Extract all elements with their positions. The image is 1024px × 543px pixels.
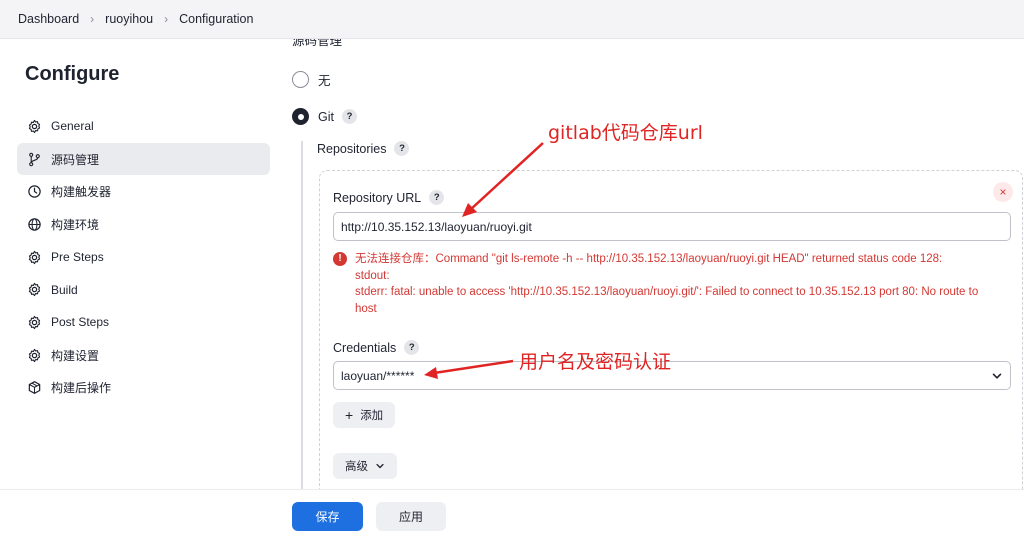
help-icon[interactable]: ? (394, 141, 410, 156)
breadcrumb: Dashboard › ruoyihou › Configuration (0, 0, 1024, 39)
radio-button[interactable] (292, 71, 309, 88)
sidebar-item-label: 构建后操作 (51, 381, 112, 396)
sidebar-item-label: Post Steps (51, 315, 110, 330)
sidebar-item-label: 源码管理 (51, 152, 100, 167)
repository-panel: × Repository URL ? http://10.35.152.13/l… (319, 170, 1023, 489)
advanced-button[interactable]: 高级 (333, 453, 397, 479)
sidebar-item-scm[interactable]: 源码管理 (17, 142, 270, 176)
sidebar-item-label: General (51, 119, 94, 134)
sidebar-item-environment[interactable]: 构建环境 (17, 208, 270, 241)
error-line: stderr: fatal: unable to access 'http://… (355, 286, 979, 298)
gear-icon (26, 314, 42, 330)
sidebar-item-post-steps[interactable]: Post Steps (17, 306, 270, 339)
chevron-down-icon (992, 373, 1002, 379)
breadcrumb-job[interactable]: ruoyihou (105, 12, 153, 26)
sidebar-item-triggers[interactable]: 构建触发器 (17, 175, 270, 208)
sidebar-item-label: 构建设置 (51, 348, 100, 363)
breadcrumb-dashboard[interactable]: Dashboard (18, 12, 79, 26)
apply-button[interactable]: 应用 (376, 502, 446, 531)
annotation-credentials-note: 用户名及密码认证 (519, 351, 672, 373)
credentials-selected-value: laoyuan/****** (341, 368, 415, 383)
repository-url-label: Repository URL ? (333, 190, 445, 205)
gear-icon (26, 347, 42, 363)
globe-icon (26, 216, 42, 232)
section-heading-scm: 源码管理 (292, 39, 343, 48)
credentials-label-text: Credentials (333, 340, 397, 355)
breadcrumb-configuration[interactable]: Configuration (179, 12, 253, 26)
credentials-label: Credentials ? (333, 340, 420, 355)
save-button[interactable]: 保存 (292, 502, 363, 531)
sidebar-item-label: 构建触发器 (51, 185, 112, 200)
sidebar-item-build[interactable]: Build (17, 273, 270, 306)
repositories-label: Repositories ? (317, 141, 410, 156)
chevron-right-icon: › (90, 12, 95, 26)
repository-url-label-text: Repository URL (333, 190, 422, 205)
repositories-label-text: Repositories (317, 141, 387, 156)
radio-label: Git (318, 109, 334, 124)
gear-icon (26, 249, 42, 265)
sidebar-nav: General 源码管理 构建触发器 构建环境 Pre Steps Build … (17, 110, 270, 404)
sidebar-item-general[interactable]: General (17, 110, 270, 143)
error-line: stdout: (355, 269, 390, 282)
chevron-down-icon (376, 463, 384, 469)
clock-icon (26, 184, 42, 200)
help-icon[interactable]: ? (404, 340, 420, 355)
main-content: 源码管理 无 Git ? Repositories ? × Repository… (282, 39, 1024, 489)
section-indent-line (301, 141, 303, 489)
advanced-label: 高级 (345, 461, 368, 473)
package-icon (26, 380, 42, 396)
sidebar-item-label: Pre Steps (51, 250, 104, 265)
page-title: Configure (25, 63, 120, 85)
annotation-url-note: gitlab代码仓库url (548, 122, 703, 144)
sidebar-item-post-build[interactable]: 构建后操作 (17, 372, 270, 405)
sidebar-item-pre-steps[interactable]: Pre Steps (17, 241, 270, 274)
add-credentials-button[interactable]: + 添加 (333, 402, 396, 428)
credentials-select[interactable]: laoyuan/****** (333, 361, 1011, 390)
error-icon: ! (333, 252, 347, 266)
sidebar-item-build-settings[interactable]: 构建设置 (17, 339, 270, 372)
chevron-right-icon: › (164, 12, 169, 26)
error-line: host (355, 302, 377, 315)
help-icon[interactable]: ? (429, 190, 445, 205)
radio-label: 无 (318, 74, 331, 88)
branch-icon (26, 151, 42, 167)
radio-option-git[interactable]: Git ? (292, 108, 357, 125)
bottom-action-bar: 保存 应用 (0, 489, 1024, 543)
radio-button-checked[interactable] (292, 108, 309, 125)
radio-option-none[interactable]: 无 (292, 70, 331, 89)
gear-icon (26, 118, 42, 134)
help-icon[interactable]: ? (341, 109, 357, 124)
error-line: 无法连接仓库：Command "git ls-remote -h -- http… (355, 253, 943, 265)
close-icon[interactable]: × (993, 182, 1013, 202)
sidebar-item-label: 构建环境 (51, 217, 100, 232)
sidebar: Configure General 源码管理 构建触发器 构建环境 Pre St… (0, 39, 282, 543)
repository-url-input[interactable]: http://10.35.152.13/laoyuan/ruoyi.git (333, 212, 1011, 241)
gear-icon (26, 282, 42, 298)
sidebar-item-label: Build (51, 282, 78, 297)
connection-error: ! 无法连接仓库：Command "git ls-remote -h -- ht… (333, 251, 1013, 317)
add-credentials-label: 添加 (360, 410, 384, 422)
plus-icon: + (345, 407, 354, 423)
